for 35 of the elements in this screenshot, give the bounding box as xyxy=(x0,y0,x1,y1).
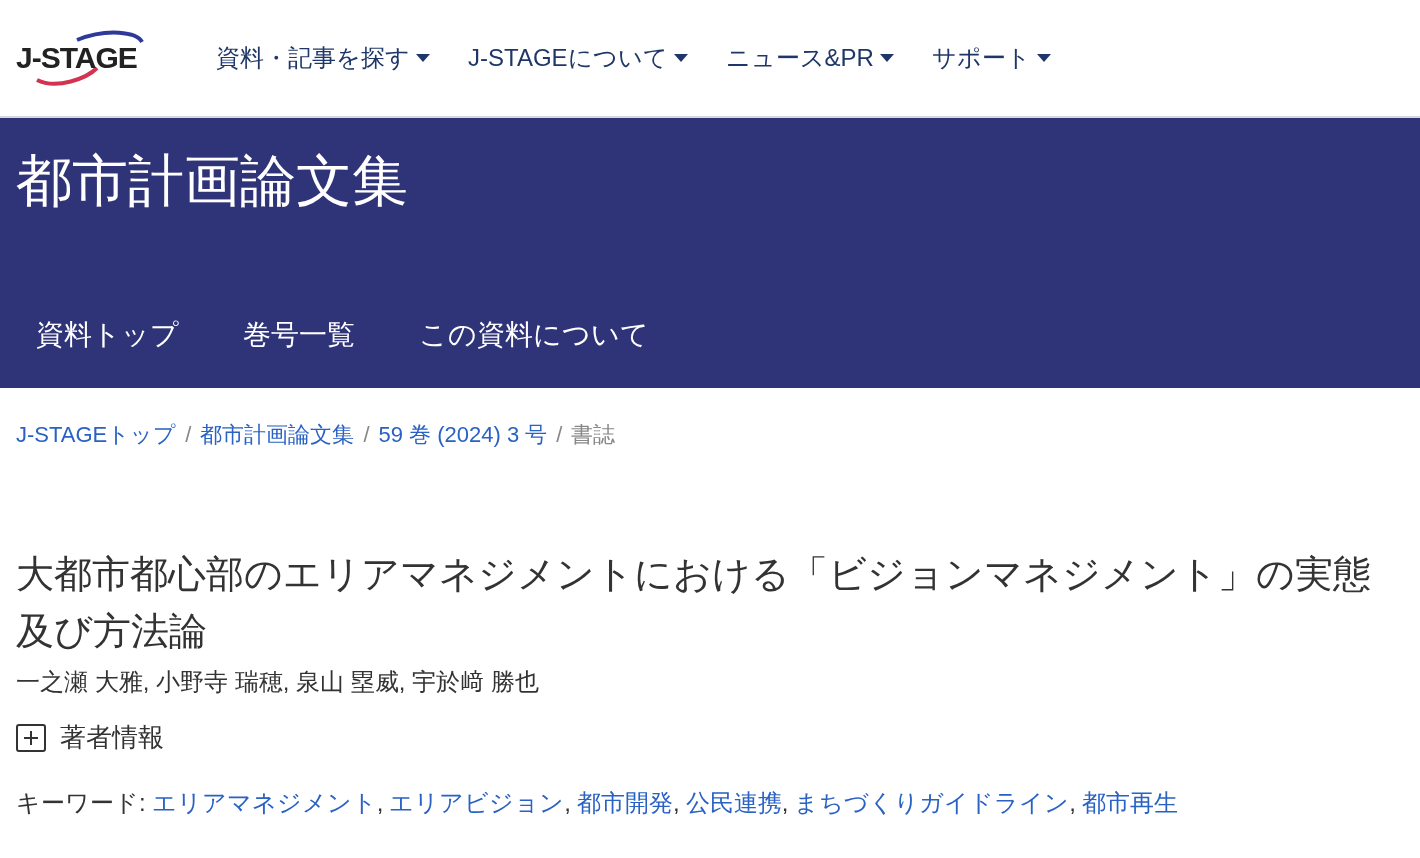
journal-title: 都市計画論文集 xyxy=(16,148,409,214)
keyword-separator: , xyxy=(673,789,680,817)
breadcrumb-separator: / xyxy=(556,422,563,448)
logo[interactable]: J-STAGE xyxy=(16,28,158,88)
nav-menu[interactable]: 資料・記事を探す xyxy=(216,42,430,74)
keyword-separator: , xyxy=(564,789,571,817)
breadcrumb-link[interactable]: J-STAGEトップ xyxy=(16,420,177,450)
nav-menu[interactable]: J-STAGEについて xyxy=(468,42,688,74)
keyword-separator: , xyxy=(781,789,789,817)
keyword-separator: , xyxy=(1069,789,1077,817)
keyword-link[interactable]: エリアマネジメント xyxy=(151,787,377,819)
caret-icon xyxy=(1036,54,1051,62)
author-info-toggle[interactable]: 著者情報 xyxy=(16,720,164,755)
breadcrumb-link[interactable]: 都市計画論文集 xyxy=(200,420,355,450)
author-list: 一之瀬 大雅, 小野寺 瑞穂, 泉山 塁威, 宇於﨑 勝也 xyxy=(16,666,1404,698)
keyword-link[interactable]: 公民連携 xyxy=(685,787,782,819)
breadcrumb-current: 書誌 xyxy=(571,421,616,449)
keyword-link[interactable]: エリアビジョン xyxy=(389,787,565,819)
journal-tab[interactable]: 巻号一覧 xyxy=(243,312,355,388)
journal-tab[interactable]: 資料トップ xyxy=(36,312,179,388)
breadcrumb-separator: / xyxy=(185,422,192,448)
keyword-link[interactable]: 都市開発 xyxy=(577,787,673,819)
keyword-link[interactable]: 都市再生 xyxy=(1082,787,1179,819)
caret-icon xyxy=(416,54,430,62)
caret-icon xyxy=(879,54,894,62)
keyword-separator: , xyxy=(376,789,384,817)
nav-menu[interactable]: ニュース&PR xyxy=(725,42,894,74)
caret-icon xyxy=(673,54,688,62)
journal-tab[interactable]: この資料について xyxy=(419,312,649,388)
keyword-link[interactable]: まちづくりガイドライン xyxy=(794,787,1070,819)
breadcrumb-separator: / xyxy=(363,422,370,448)
article-title: 大都市都心部のエリアマネジメントにおける「ビジョンマネジメント」の実態及び方法論 xyxy=(16,552,1372,654)
keywords-label: キーワード: xyxy=(16,788,146,818)
breadcrumb-link[interactable]: 59 巻 (2024) 3 号 xyxy=(378,420,548,450)
nav-menu[interactable]: サポート xyxy=(931,42,1051,74)
